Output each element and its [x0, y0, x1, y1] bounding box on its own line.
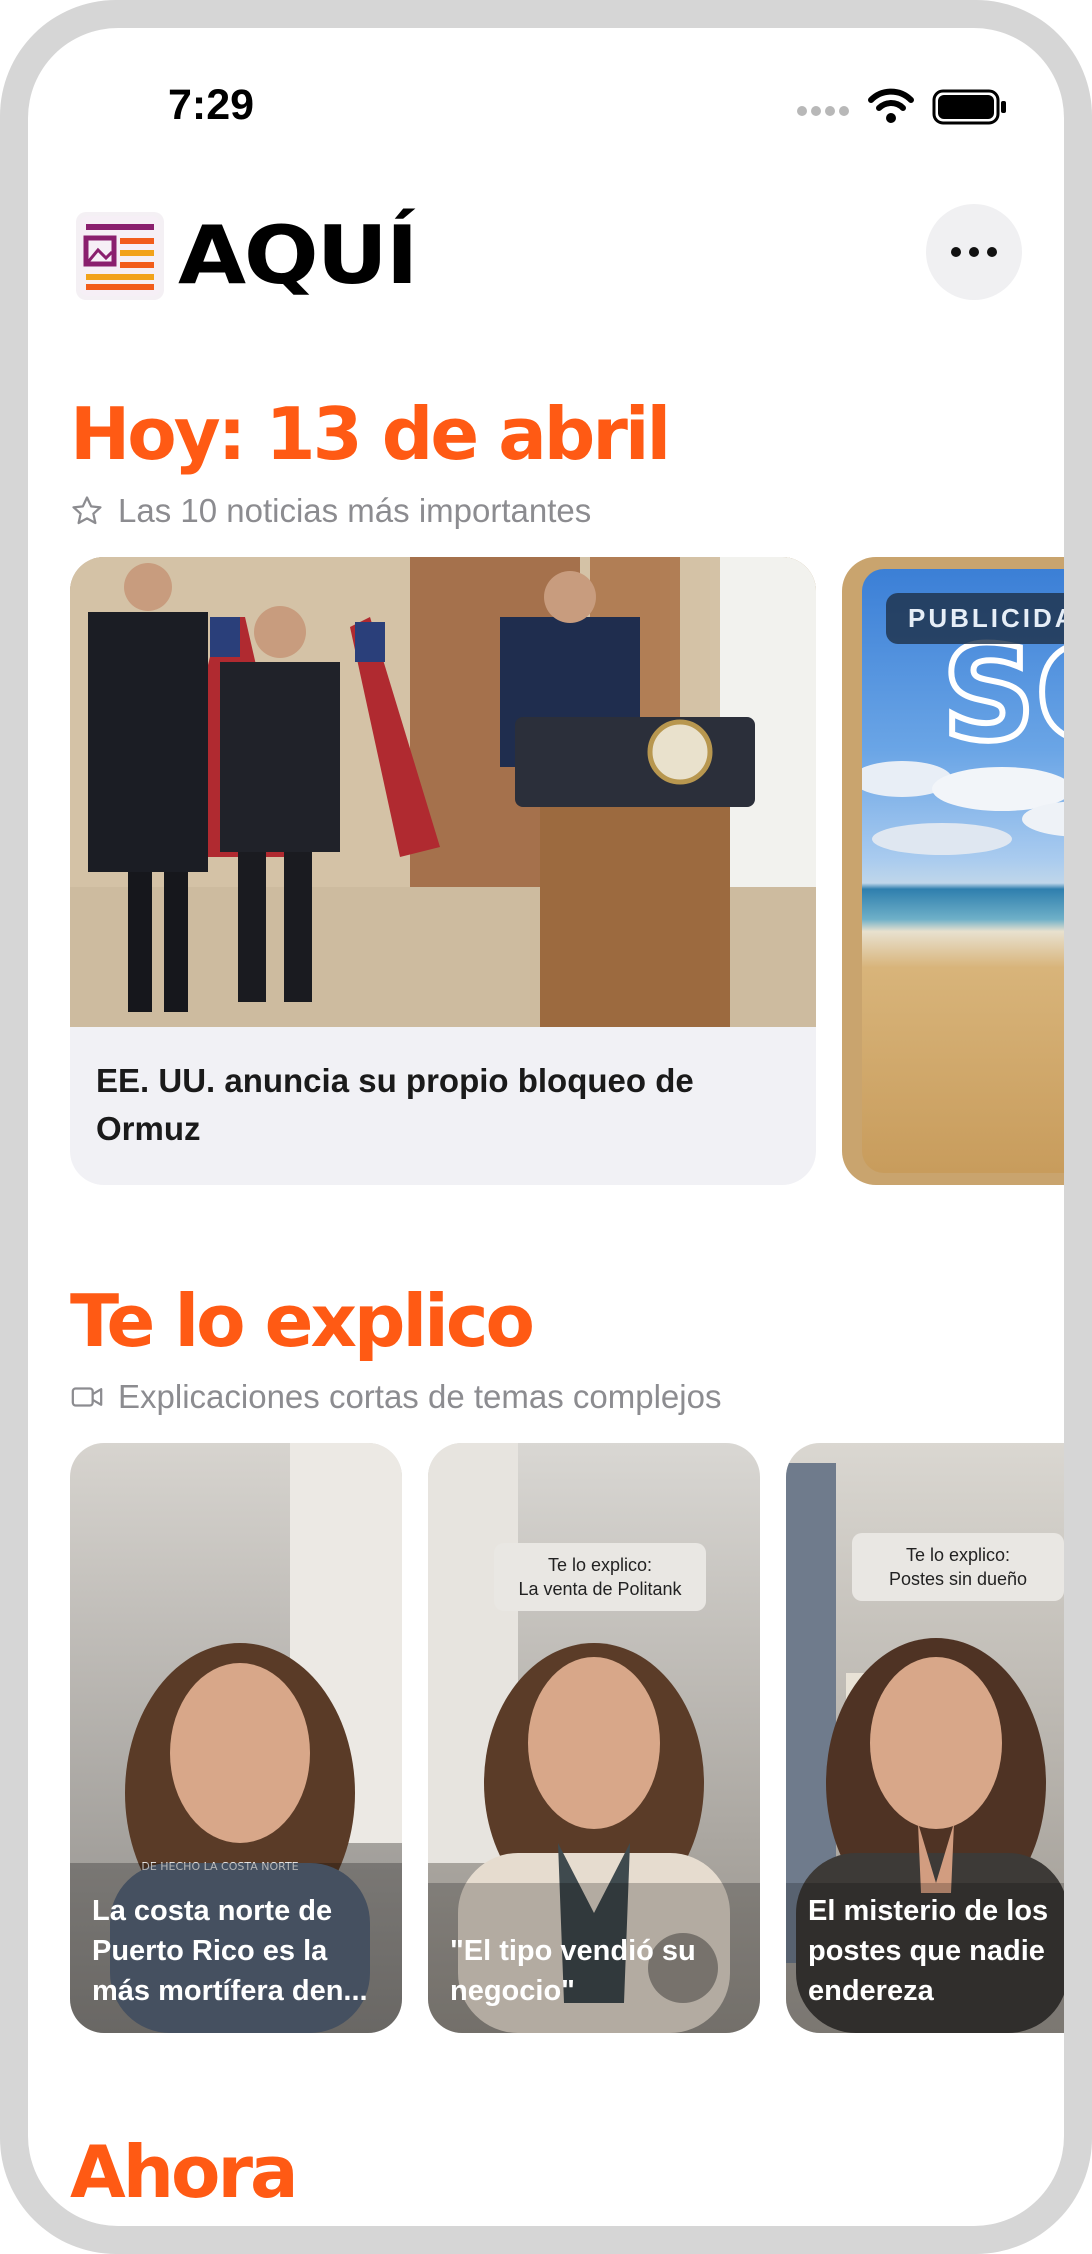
explainer-title: Te lo explico: [70, 1279, 535, 1363]
ad-image: SO PUBLICIDAD: [862, 569, 1064, 1173]
ad-card[interactable]: SO PUBLICIDAD: [842, 557, 1064, 1185]
video-tag: Te lo explico: Postes sin dueño: [852, 1533, 1064, 1601]
news-headline: EE. UU. anuncia su propio bloqueo de Orm…: [96, 1062, 694, 1147]
today-subtitle-row: Las 10 noticias más importantes: [70, 492, 591, 530]
now-title: Ahora: [70, 2130, 299, 2214]
ellipsis-icon: [951, 247, 997, 257]
explainer-subtitle-row: Explicaciones cortas de temas complejos: [70, 1378, 721, 1416]
signal-icon: [797, 106, 849, 116]
status-time: 7:29: [168, 81, 255, 129]
video-card[interactable]: Te lo explico: La venta de Politank "El …: [428, 1443, 760, 2033]
app-wordmark: AQUÍ: [178, 209, 419, 302]
wifi-icon: [868, 88, 914, 123]
video-title: La costa norte de Puerto Rico es la más …: [92, 1895, 368, 2007]
video-card[interactable]: DE HECHO LA COSTA NORTE La costa norte d…: [70, 1443, 402, 2033]
video-card[interactable]: Te lo explico: Postes sin dueño El miste…: [786, 1443, 1064, 2033]
status-icons: [768, 78, 1018, 128]
today-subtitle: Las 10 noticias más importantes: [118, 492, 592, 529]
video-title: El misterio de los postes que nadie ende…: [808, 1895, 1049, 2007]
explainer-carousel[interactable]: DE HECHO LA COSTA NORTE La costa norte d…: [28, 1443, 1064, 2035]
video-icon: [71, 1387, 103, 1407]
ad-badge: PUBLICIDAD: [886, 593, 1064, 644]
top-news-carousel[interactable]: EE. UU. anuncia su propio bloqueo de Orm…: [28, 557, 1064, 1187]
video-title: "El tipo vendió su negocio": [450, 1935, 696, 2007]
more-button[interactable]: [926, 204, 1022, 300]
phone-frame: 7:29 AQUÍ Hoy: 13 de abril Las 10 notici…: [0, 0, 1092, 2254]
video-tag: Te lo explico: La venta de Politank: [494, 1543, 706, 1611]
news-card[interactable]: EE. UU. anuncia su propio bloqueo de Orm…: [70, 557, 816, 1185]
app-screen: 7:29 AQUÍ Hoy: 13 de abril Las 10 notici…: [28, 28, 1064, 2226]
explainer-subtitle: Explicaciones cortas de temas complejos: [118, 1378, 722, 1415]
battery-icon: [932, 89, 1006, 125]
today-title: Hoy: 13 de abril: [70, 392, 671, 476]
news-photo: [70, 557, 816, 1027]
star-icon: [72, 496, 102, 525]
app-logo-icon: [76, 212, 164, 300]
